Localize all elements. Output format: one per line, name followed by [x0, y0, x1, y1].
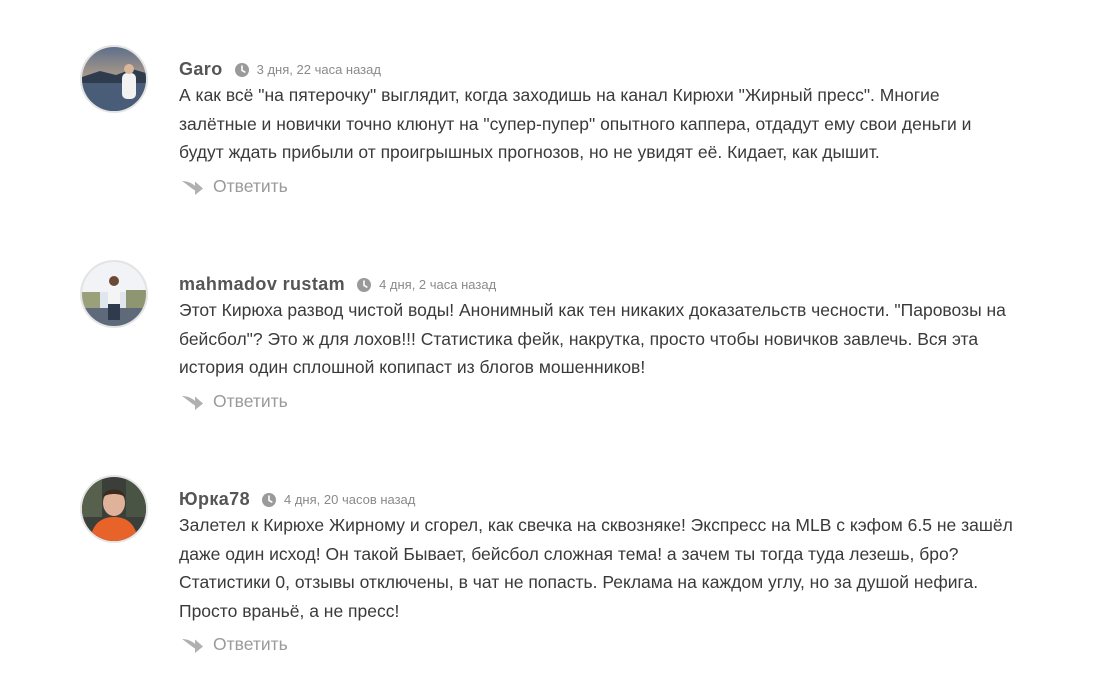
- comment-item: Юрка78 4 дня, 20 часов назад Залетел к К…: [0, 475, 1108, 675]
- avatar[interactable]: [80, 260, 148, 328]
- comment-author[interactable]: Garo: [179, 59, 223, 80]
- comment-text: А как всё "на пятерочку" выглядит, когда…: [179, 85, 972, 162]
- reply-label: Ответить: [213, 391, 288, 411]
- reply-button[interactable]: Ответить: [181, 176, 288, 197]
- reply-arrow-icon: [181, 393, 205, 411]
- comment-item: Garo 3 дня, 22 часа назад А как всё "на …: [0, 45, 1108, 205]
- comment-header: Юрка78 4 дня, 20 часов назад: [179, 489, 415, 510]
- clock-icon: [357, 277, 372, 292]
- avatar[interactable]: [80, 475, 148, 543]
- clock-icon: [234, 62, 249, 77]
- reply-button[interactable]: Ответить: [181, 391, 288, 412]
- comment-item: mahmadov rustam 4 дня, 2 часа назад Этот…: [0, 260, 1108, 420]
- reply-label: Ответить: [213, 176, 288, 196]
- reply-arrow-icon: [181, 178, 205, 196]
- comment-text: Этот Кирюха развод чистой воды! Анонимны…: [179, 300, 1006, 377]
- comment-author[interactable]: Юрка78: [179, 489, 250, 510]
- comment-text: Залетел к Кирюхе Жирному и сгорел, как с…: [179, 515, 1013, 621]
- comment-header: mahmadov rustam 4 дня, 2 часа назад: [179, 274, 496, 295]
- avatar[interactable]: [80, 45, 148, 113]
- comment-header: Garo 3 дня, 22 часа назад: [179, 59, 381, 80]
- reply-button[interactable]: Ответить: [181, 634, 288, 655]
- clock-icon: [262, 492, 276, 507]
- comment-timestamp[interactable]: 4 дня, 2 часа назад: [379, 277, 496, 292]
- comment-timestamp[interactable]: 3 дня, 22 часа назад: [257, 62, 381, 77]
- comment-timestamp[interactable]: 4 дня, 20 часов назад: [284, 492, 415, 507]
- reply-label: Ответить: [213, 634, 288, 654]
- comment-author[interactable]: mahmadov rustam: [179, 274, 345, 295]
- reply-arrow-icon: [181, 636, 205, 654]
